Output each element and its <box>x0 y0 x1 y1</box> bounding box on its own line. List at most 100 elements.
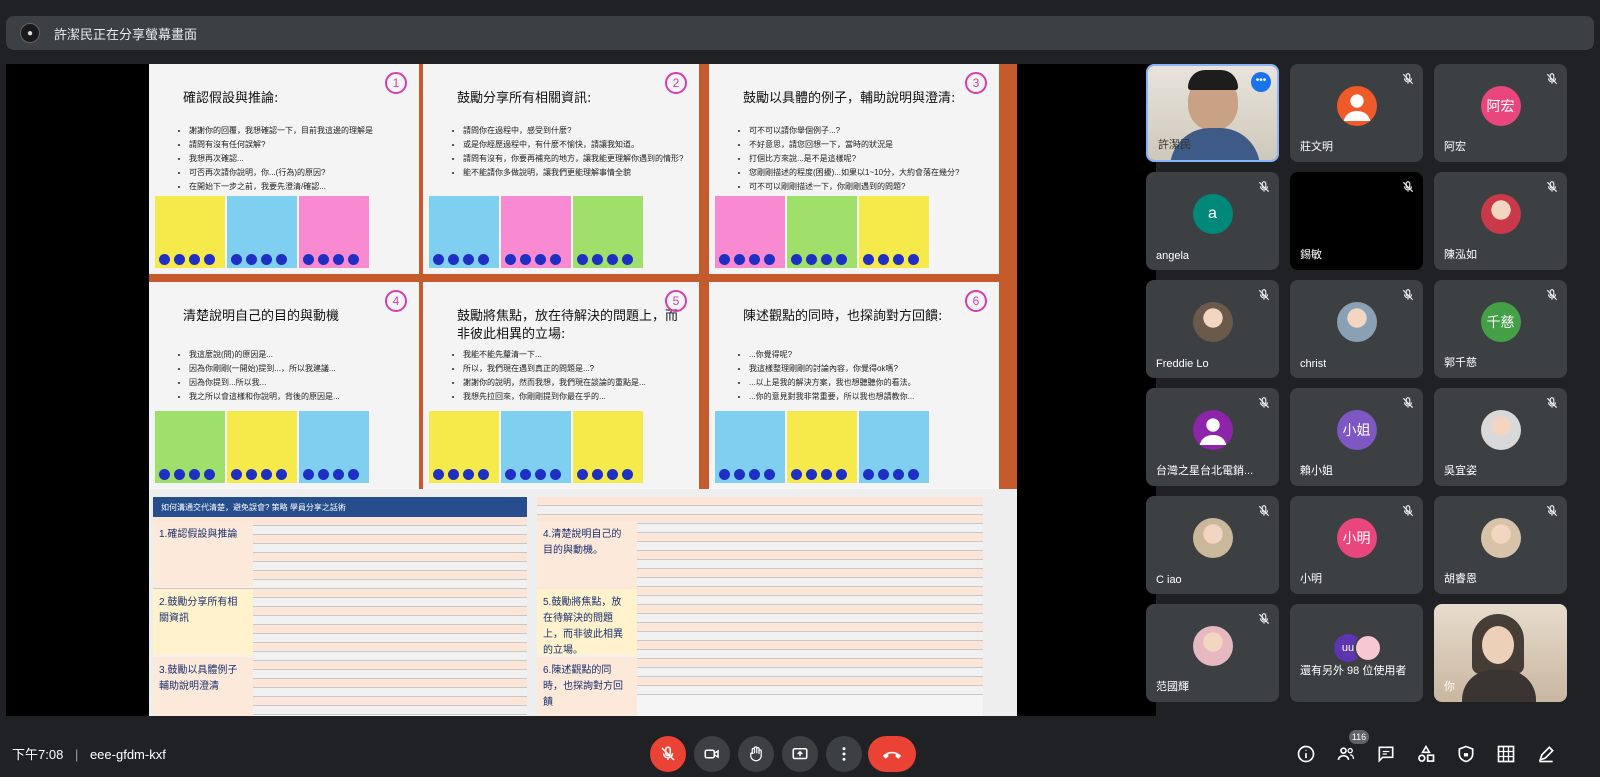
vote-dot <box>520 469 531 480</box>
muted-icon <box>1401 180 1415 194</box>
clock-time: 下午7:08 <box>12 747 64 762</box>
participant-tile[interactable]: 吳宜姿 <box>1434 388 1567 486</box>
layout-button[interactable] <box>1496 744 1516 764</box>
summary-table: 如何溝通交代清楚，避免誤會? 策略 學員分享之話術 1.確認假設與推論 2.鼓勵分… <box>149 489 1017 716</box>
table-category: 1.確認假設與推論 <box>153 521 253 587</box>
table-category: 6.陳述觀點的同時，也探詢對方回饋 <box>537 657 637 716</box>
raise-hand-button[interactable] <box>738 736 774 772</box>
vote-dot <box>719 254 730 265</box>
panel-line: 可不可以請你舉個例子...? <box>749 124 979 138</box>
panel-lines: 謝謝你的回覆，我想確認一下，目前我這邊的理解是請問有沒有任何誤解?我想再次確認.… <box>189 124 419 194</box>
participant-name: 郭千慈 <box>1444 357 1477 369</box>
panel-line: 請問你在過程中，感受到什麼? <box>463 124 693 138</box>
people-icon <box>1337 747 1355 760</box>
mic-off-button[interactable] <box>650 736 686 772</box>
participant-avatar: a <box>1192 194 1233 234</box>
vote-dot <box>806 254 817 265</box>
participant-avatar: 小姐 <box>1336 410 1377 450</box>
panel-line: 在開始下一步之前，我要先澄清/確認... <box>189 180 419 194</box>
participant-avatar: 小明 <box>1336 518 1377 558</box>
vote-dot <box>878 254 889 265</box>
vote-dot <box>189 469 200 480</box>
participant-photo <box>1192 518 1233 558</box>
vote-dot <box>276 254 287 265</box>
panel-number: 6 <box>965 290 987 312</box>
person-icon <box>1199 418 1226 445</box>
panel-lines: 我這麼說(問)的原因是...因為你剛剛(一開始)提到...，所以我建議...因為… <box>189 348 419 404</box>
vote-dot <box>174 469 185 480</box>
vote-dot <box>433 469 444 480</box>
info-icon <box>1297 745 1315 763</box>
person-icon <box>1343 94 1370 121</box>
panel-number: 3 <box>965 72 987 94</box>
participant-tile[interactable]: christ <box>1290 280 1423 378</box>
panel-line: 請問有沒有任何誤解? <box>189 138 419 152</box>
table-category: 4.清楚說明自己的目的與動機。 <box>537 521 637 587</box>
vote-dot <box>592 469 603 480</box>
table-category: 3.鼓勵以具體例子輔助說明澄清 <box>153 657 253 716</box>
table-row <box>537 506 983 515</box>
more-options-button[interactable] <box>826 736 862 772</box>
participant-photo <box>1336 302 1377 342</box>
slide-panel: 鼓勵以具體的例子，輔助說明與澄清: 3 可不可以請你舉個例子...?不好意思，請您回… <box>709 64 999 274</box>
participant-tile[interactable]: 千慈 郭千慈 <box>1434 280 1567 378</box>
vote-dot <box>159 254 170 265</box>
vote-dot <box>463 469 474 480</box>
participant-tile[interactable]: 小明 小明 <box>1290 496 1423 594</box>
panel-line: 謝謝你的回覆，我想確認一下，目前我這邊的理解是 <box>189 124 419 138</box>
meeting-details-button[interactable] <box>1296 744 1316 764</box>
pen-icon <box>1538 746 1554 763</box>
slide-panel: 陳述觀點的同時，也探詢對方回饋: 6 ...你覺得呢?我這樣整理剛剛的討論內容，你覺… <box>709 282 999 489</box>
slide-panel: 清楚說明自己的目的與動機 4 我這麼說(問)的原因是...因為你剛剛(一開始)提到.… <box>149 282 419 489</box>
participant-tile[interactable]: a angela <box>1146 172 1279 270</box>
people-button[interactable] <box>1336 744 1356 764</box>
tile-options-icon[interactable]: ••• <box>1251 72 1271 92</box>
panel-line: 我想先拉回來，你剛剛提到你最在乎的... <box>463 390 693 404</box>
vote-dot <box>863 469 874 480</box>
panel-line: 因為你提到...所以我... <box>189 376 419 390</box>
participant-tile[interactable]: C iao <box>1146 496 1279 594</box>
participant-tile[interactable]: 台灣之星台北電銷... <box>1146 388 1279 486</box>
bottom-bar: 下午7:08 | eee-gfdm-kxf 116 <box>0 716 1600 777</box>
host-controls-button[interactable] <box>1456 744 1476 764</box>
whiteboard-button[interactable] <box>1536 744 1556 764</box>
chat-button[interactable] <box>1376 744 1396 764</box>
panel-line: 我這樣整理剛剛的討論內容，你覺得ok嗎? <box>749 362 979 376</box>
vote-dot <box>348 254 359 265</box>
participant-tile[interactable]: 錫敏 <box>1290 172 1423 270</box>
participant-photo <box>1192 626 1233 666</box>
muted-icon <box>1257 288 1271 302</box>
vote-dot <box>535 254 546 265</box>
participant-tile[interactable]: uu 還有另外 98 位使用者 <box>1290 604 1423 702</box>
participant-tile[interactable]: 范國輝 <box>1146 604 1279 702</box>
camera-button[interactable] <box>694 736 730 772</box>
panel-line: 謝謝你的說明，然而我想，我們現在談論的重點是... <box>463 376 693 390</box>
participant-tile[interactable]: 阿宏 阿宏 <box>1434 64 1567 162</box>
vote-dot <box>478 254 489 265</box>
participant-tile[interactable]: ••• 許潔民 <box>1146 64 1279 162</box>
presentation-banner: ● 許潔民正在分享螢幕畫面 <box>6 16 1594 50</box>
vote-dot <box>749 254 760 265</box>
panel-lines: 我能不能先釐清一下...所以，我們現在遇到真正的問題是...?謝謝你的說明，然而… <box>463 348 693 404</box>
participant-tile[interactable]: 陳泓如 <box>1434 172 1567 270</box>
panel-title: 清楚說明自己的目的與動機 <box>183 309 340 324</box>
present-screen-button[interactable] <box>782 736 818 772</box>
activities-button[interactable] <box>1416 744 1436 764</box>
participant-tile[interactable]: 胡睿恩 <box>1434 496 1567 594</box>
participant-name: 錫敏 <box>1300 249 1322 261</box>
participant-tile[interactable]: 你 <box>1434 604 1567 702</box>
muted-icon <box>1401 288 1415 302</box>
leave-call-button[interactable] <box>868 736 916 772</box>
vote-dot <box>577 469 588 480</box>
mic-off-icon <box>661 746 675 761</box>
participant-tile[interactable]: 莊文明 <box>1290 64 1423 162</box>
participant-tile[interactable]: 小姐 賴小姐 <box>1290 388 1423 486</box>
muted-icon <box>1545 72 1559 86</box>
table-category: 5.鼓勵將焦點，放在待解決的問題上，而非彼此相異的立場。 <box>537 589 637 656</box>
participant-name: 小明 <box>1300 573 1322 585</box>
vote-dot <box>893 469 904 480</box>
participant-tile[interactable]: Freddie Lo <box>1146 280 1279 378</box>
vote-dot <box>764 469 775 480</box>
vote-dot <box>303 254 314 265</box>
shield-lock-icon <box>1458 745 1474 763</box>
